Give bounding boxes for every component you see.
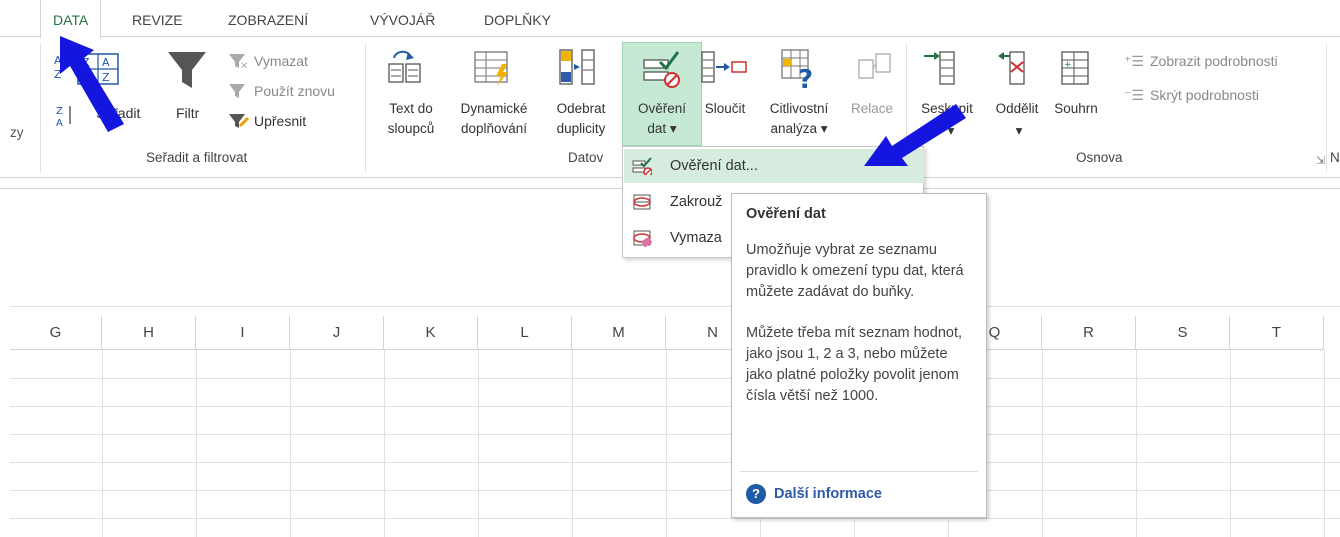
- svg-text:+: +: [1064, 60, 1072, 70]
- tooltip-more-info-link[interactable]: ? Další informace: [746, 484, 882, 504]
- group-label-outline: Osnova: [1076, 150, 1123, 165]
- grid-line: [384, 350, 385, 537]
- column-header-s[interactable]: S: [1136, 316, 1230, 350]
- tooltip-title: Ověření dat: [746, 206, 826, 222]
- ungroup-icon[interactable]: [996, 48, 1030, 88]
- clear-circles-icon: [633, 230, 652, 247]
- menu-item-label: Ověření dat...: [670, 158, 758, 174]
- advanced-filter-button[interactable]: Upřesnit: [254, 112, 306, 130]
- clear-filter-icon: ✕: [229, 54, 248, 70]
- flash-fill-icon[interactable]: [474, 48, 514, 88]
- text-to-columns-label-2[interactable]: sloupců: [376, 120, 446, 138]
- grid-line: [290, 350, 291, 537]
- ungroup-dropdown-icon[interactable]: ▾: [1004, 122, 1034, 140]
- reapply-icon: [229, 84, 245, 98]
- text-to-columns-label-1[interactable]: Text do: [376, 100, 446, 118]
- text-to-columns-icon[interactable]: [388, 48, 422, 88]
- show-detail-icon: ⁺☰: [1124, 53, 1144, 69]
- ungroup-button-label[interactable]: Oddělit: [984, 100, 1050, 118]
- filter-icon[interactable]: [166, 48, 210, 94]
- grid-line: [666, 350, 667, 537]
- grid-line: [1324, 350, 1325, 537]
- svg-text:✕: ✕: [240, 61, 248, 70]
- subtotal-icon[interactable]: +: [1060, 48, 1094, 88]
- group-icon[interactable]: [922, 48, 956, 88]
- ribbon-tab-bar: DATA REVIZE ZOBRAZENÍ VÝVOJÁŘ DOPLŇKY: [0, 0, 1340, 38]
- consolidate-label[interactable]: Sloučit: [694, 100, 756, 118]
- column-header-r[interactable]: R: [1042, 316, 1136, 350]
- data-validation-icon[interactable]: [642, 50, 682, 90]
- circle-invalid-icon: [633, 194, 651, 210]
- grid-line: [102, 350, 103, 537]
- help-icon: ?: [746, 484, 766, 504]
- tooltip-data-validation: Ověření dat Umožňuje vybrat ze seznamu p…: [731, 193, 987, 518]
- grid-line: [572, 350, 573, 537]
- column-header-k[interactable]: K: [384, 316, 478, 350]
- advanced-filter-icon: [229, 114, 250, 128]
- tooltip-more-info-label: Další informace: [774, 485, 882, 502]
- clear-filter-button[interactable]: Vymazat: [254, 52, 308, 70]
- show-detail-button[interactable]: Zobrazit podrobnosti: [1150, 52, 1278, 70]
- dialog-launcher-icon[interactable]: ⇲: [1316, 152, 1325, 170]
- group-label-sort-filter: Seřadit a filtrovat: [146, 150, 248, 165]
- data-validation-icon: [632, 157, 652, 175]
- grid-line: [1136, 350, 1137, 537]
- subtotal-button-label[interactable]: Souhrn: [1046, 100, 1106, 118]
- column-header-h[interactable]: H: [102, 316, 196, 350]
- relationships-icon: [858, 53, 891, 79]
- annotation-arrow-down-icon: [864, 104, 966, 166]
- column-header-m[interactable]: M: [572, 316, 666, 350]
- whatif-analysis-icon[interactable]: ?: [780, 48, 820, 90]
- separator: [1326, 44, 1327, 172]
- grid-line: [478, 350, 479, 537]
- column-header-j[interactable]: J: [290, 316, 384, 350]
- menu-item-label: Zakrouž: [670, 194, 723, 210]
- whatif-analysis-label-1[interactable]: Citlivostní: [754, 100, 844, 118]
- grid-line: [1042, 350, 1043, 537]
- truncated-group-label: N: [1330, 150, 1340, 165]
- grid-line: [10, 306, 1340, 307]
- grid-line: [10, 406, 1340, 407]
- reapply-button[interactable]: Použít znovu: [254, 82, 335, 100]
- grid-line: [10, 518, 1340, 519]
- tab-developer[interactable]: VÝVOJÁŘ: [358, 0, 447, 36]
- annotation-arrow-up-icon: [60, 36, 124, 132]
- hide-detail-icon: ⁻☰: [1124, 87, 1144, 103]
- truncated-label: zy: [10, 125, 24, 140]
- data-validation-label-2[interactable]: dat ▾: [622, 120, 702, 138]
- grid-line: [1230, 350, 1231, 537]
- column-header-i[interactable]: I: [196, 316, 290, 350]
- data-validation-label-1[interactable]: Ověření: [622, 100, 702, 118]
- menu-item-label: Vymaza: [670, 230, 722, 246]
- remove-duplicates-label-2[interactable]: duplicity: [546, 120, 616, 138]
- tab-addins[interactable]: DOPLŇKY: [472, 0, 563, 36]
- whatif-analysis-label-2[interactable]: analýza ▾: [754, 120, 844, 138]
- grid-line: [196, 350, 197, 537]
- remove-duplicates-icon[interactable]: [558, 48, 598, 88]
- grid-line: [10, 462, 1340, 463]
- flash-fill-label-2[interactable]: doplňování: [454, 120, 534, 138]
- separator: [365, 44, 366, 172]
- hide-detail-button[interactable]: Skrýt podrobnosti: [1150, 86, 1259, 104]
- column-header-l[interactable]: L: [478, 316, 572, 350]
- grid-line: [10, 434, 1340, 435]
- tooltip-paragraph-1: Umožňuje vybrat ze seznamu pravidlo k om…: [746, 242, 964, 300]
- remove-duplicates-label-1[interactable]: Odebrat: [546, 100, 616, 118]
- spreadsheet-grid[interactable]: G H I J K L M N O P Q R S T: [10, 306, 1340, 537]
- consolidate-icon[interactable]: [700, 50, 750, 84]
- flash-fill-label-1[interactable]: Dynamické: [454, 100, 534, 118]
- tab-view[interactable]: ZOBRAZENÍ: [216, 0, 320, 36]
- separator: [40, 44, 41, 172]
- tooltip-divider: [740, 471, 978, 472]
- filter-button-label[interactable]: Filtr: [176, 104, 199, 122]
- grid-line: [10, 490, 1340, 491]
- column-header-t[interactable]: T: [1230, 316, 1324, 350]
- column-header-g[interactable]: G: [10, 316, 102, 350]
- tooltip-paragraph-2: Můžete třeba mít seznam hodnot, jako jso…: [746, 325, 962, 404]
- group-label-data-tools: Datov: [568, 150, 604, 165]
- grid-line: [10, 378, 1340, 379]
- svg-text:?: ?: [798, 65, 813, 90]
